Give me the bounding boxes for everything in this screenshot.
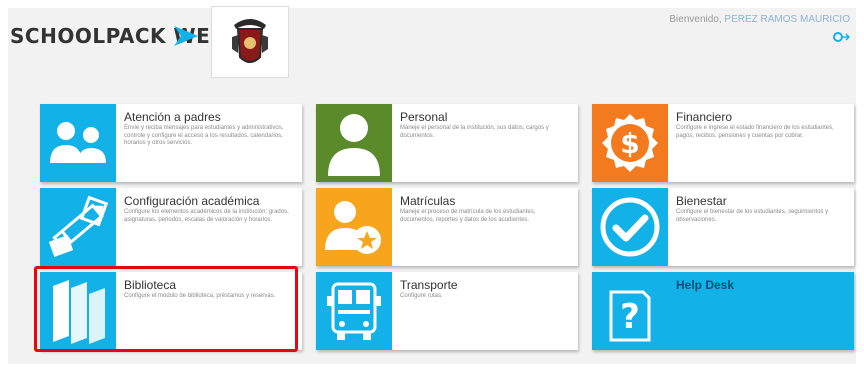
tile-transporte[interactable]: Transporte Configure rutas. [316,272,578,350]
wellbeing-check-icon [592,188,668,266]
tile-configuracion-academica[interactable]: Configuración académica Configure los el… [40,188,302,266]
tile-description: Configure los elementos académicos de la… [124,209,289,223]
tile-help-desk[interactable]: ? Help Desk [592,272,854,350]
welcome-label: Bienvenido, [669,14,722,25]
person-icon [316,104,392,182]
tile-title: Help Desk [676,278,735,292]
tile-title: Configuración académica [124,194,260,208]
tile-title: Bienestar [676,194,727,208]
tile-description: Maneje el personal de la institución, su… [400,125,549,139]
school-crest-logo [211,6,289,78]
tile-atencion-padres[interactable]: Atención a padres Envíe y reciba mensaje… [40,104,302,182]
settings-gear-icon[interactable] [832,30,850,44]
tile-title: Matrículas [400,194,456,208]
logo-arrow-icon [174,26,198,46]
academic-config-icon [40,188,116,266]
tile-title: Transporte [400,278,458,292]
tile-description: Configure el bienestar de los estudiante… [676,209,829,223]
tile-description: Envíe y reciba mensajes para estudiantes… [124,125,284,146]
user-name-link[interactable]: PEREZ RAMOS MAURICIO [724,14,850,25]
enrollment-icon [316,188,392,266]
help-question-icon: ? [592,272,668,350]
money-icon: $ [592,104,668,182]
tile-description: Configure rutas. [400,293,443,299]
svg-text:$: $ [620,127,639,160]
tile-title: Financiero [676,110,733,124]
svg-text:?: ? [620,297,640,337]
welcome-text: Bienvenido, PEREZ RAMOS MAURICIO [669,14,850,25]
tile-personal[interactable]: Personal Maneje el personal de la instit… [316,104,578,182]
tile-matriculas[interactable]: Matrículas Maneje el proceso de matrícul… [316,188,578,266]
tile-description: Configure e ingrese el estado financiero… [676,125,834,139]
bus-icon [316,272,392,350]
tile-title: Atención a padres [124,110,221,124]
tile-description: Maneje el proceso de matrícula de los es… [400,209,536,223]
parents-icon [40,104,116,182]
tile-title: Personal [400,110,448,124]
tile-financiero[interactable]: $ Financiero Configure e ingrese el esta… [592,104,854,182]
selection-highlight-box [34,266,298,352]
tile-bienestar[interactable]: Bienestar Configure el bienestar de los … [592,188,854,266]
